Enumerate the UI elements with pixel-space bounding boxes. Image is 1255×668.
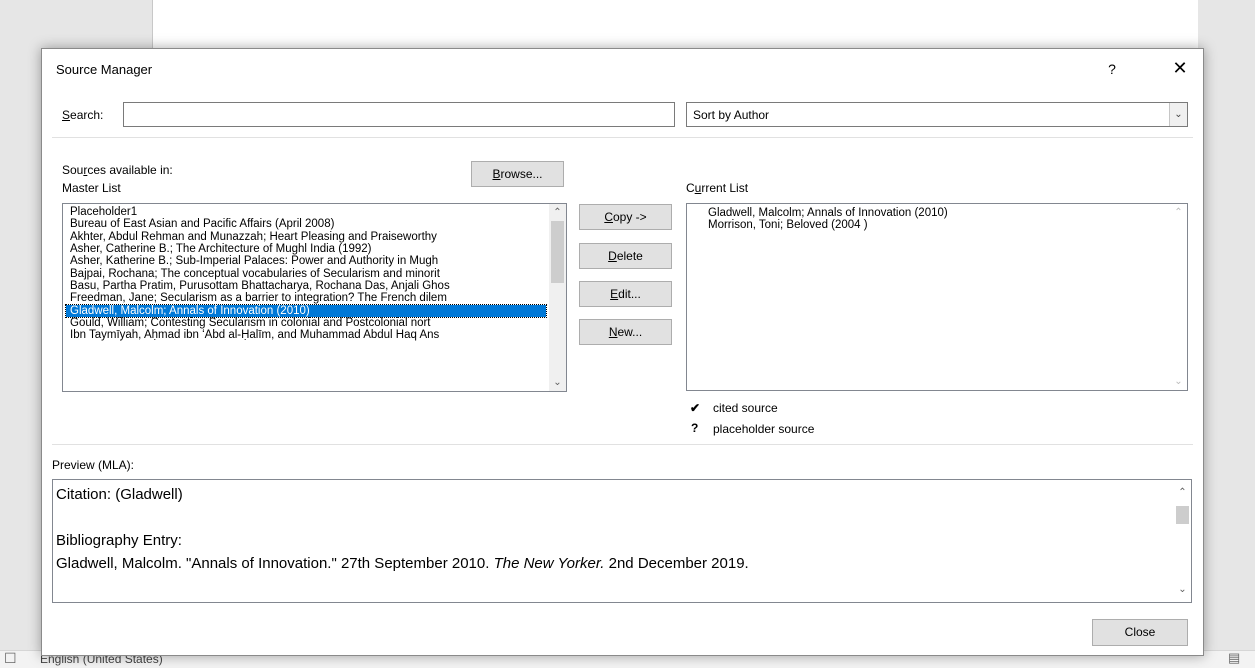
master-list-item[interactable]: Gould, William; Contesting Secularism in… — [66, 317, 546, 329]
master-list-label: Master List — [62, 181, 121, 195]
legend-cited: cited source — [713, 401, 778, 415]
master-list[interactable]: Placeholder1 Bureau of East Asian and Pac… — [62, 203, 567, 392]
chevron-down-icon[interactable]: ⌄ — [1169, 103, 1187, 126]
current-list-item[interactable]: Morrison, Toni; Beloved (2004 ) — [690, 219, 1167, 231]
preview-box[interactable]: Citation: (Gladwell) Bibliography Entry:… — [52, 479, 1192, 603]
scroll-up-icon[interactable]: ⌃ — [1170, 204, 1187, 221]
preview-citation: Citation: (Gladwell) — [56, 486, 183, 503]
preview-scrollbar[interactable]: ⌃ ⌄ — [1174, 480, 1191, 602]
sort-value: Sort by Author — [693, 108, 770, 122]
current-list-item[interactable]: Gladwell, Malcolm; Annals of Innovation … — [690, 207, 1167, 219]
master-list-item[interactable]: Freedman, Jane; Secularism as a barrier … — [66, 292, 546, 304]
separator — [52, 444, 1193, 445]
preview-bib-heading: Bibliography Entry: — [56, 532, 182, 549]
master-list-item[interactable]: Bajpai, Rochana; The conceptual vocabula… — [66, 268, 546, 280]
master-list-items: Placeholder1 Bureau of East Asian and Pac… — [65, 206, 547, 342]
master-list-item[interactable]: Basu, Partha Pratim, Purusottam Bhattach… — [66, 280, 546, 292]
sort-dropdown[interactable]: Sort by Author ⌄ — [686, 102, 1188, 127]
master-list-item[interactable]: Ibn Taymīyah, Aḥmad ibn ʻAbd al-Ḥalīm, a… — [66, 329, 546, 341]
scroll-down-icon[interactable]: ⌄ — [549, 374, 566, 391]
scroll-up-icon[interactable]: ⌃ — [1174, 484, 1191, 501]
sources-available-label: Sources available in: — [62, 163, 173, 177]
new-button[interactable]: New... — [579, 319, 672, 345]
close-icon[interactable]: ✕ — [1166, 57, 1194, 81]
scroll-thumb[interactable] — [1176, 506, 1189, 524]
read-mode-icon[interactable]: ▤ — [1228, 650, 1240, 666]
cited-check-icon: ✔ — [690, 401, 701, 415]
current-list-items: Gladwell, Malcolm; Annals of Innovation … — [690, 207, 1167, 231]
master-list-item[interactable]: Placeholder1 — [66, 206, 546, 218]
current-list[interactable]: Gladwell, Malcolm; Annals of Innovation … — [686, 203, 1188, 391]
source-manager-dialog: Source Manager ? ✕ Search: Sort by Autho… — [41, 48, 1204, 656]
master-list-item[interactable]: Asher, Katherine B.; Sub-Imperial Palace… — [66, 255, 546, 267]
scroll-down-icon[interactable]: ⌄ — [1170, 373, 1187, 390]
placeholder-question-icon: ? — [691, 421, 699, 435]
preview-bib-entry: Gladwell, Malcolm. "Annals of Innovation… — [56, 555, 749, 572]
help-button[interactable]: ? — [1100, 57, 1124, 81]
dialog-title: Source Manager — [56, 62, 153, 77]
current-list-label: Current List — [686, 181, 749, 195]
search-label: Search: — [62, 108, 104, 122]
document-right-margin — [1198, 0, 1255, 650]
master-list-item[interactable]: Asher, Catherine B.; The Architecture of… — [66, 243, 546, 255]
separator — [52, 137, 1193, 138]
master-list-item[interactable]: Bureau of East Asian and Pacific Affairs… — [66, 218, 546, 230]
browse-button[interactable]: Browse... — [471, 161, 564, 187]
scroll-down-icon[interactable]: ⌄ — [1174, 581, 1191, 598]
master-list-item[interactable]: Akhter, Abdul Rehman and Munazzah; Heart… — [66, 231, 546, 243]
proofing-icon[interactable]: ☐ — [4, 650, 17, 667]
scroll-thumb[interactable] — [551, 221, 564, 283]
scroll-up-icon[interactable]: ⌃ — [549, 204, 566, 221]
master-list-scrollbar[interactable]: ⌃ ⌄ — [549, 204, 566, 391]
edit-button[interactable]: Edit... — [579, 281, 672, 307]
search-input[interactable] — [123, 102, 675, 127]
current-list-scrollbar[interactable]: ⌃ ⌄ — [1170, 204, 1187, 390]
copy-button[interactable]: Copy -> — [579, 204, 672, 230]
preview-label: Preview (MLA): — [52, 458, 135, 472]
legend-placeholder: placeholder source — [713, 422, 815, 436]
master-list-item[interactable]: Gladwell, Malcolm; Annals of Innovation … — [65, 303, 547, 319]
close-button[interactable]: Close — [1092, 619, 1188, 646]
delete-button[interactable]: Delete — [579, 243, 672, 269]
